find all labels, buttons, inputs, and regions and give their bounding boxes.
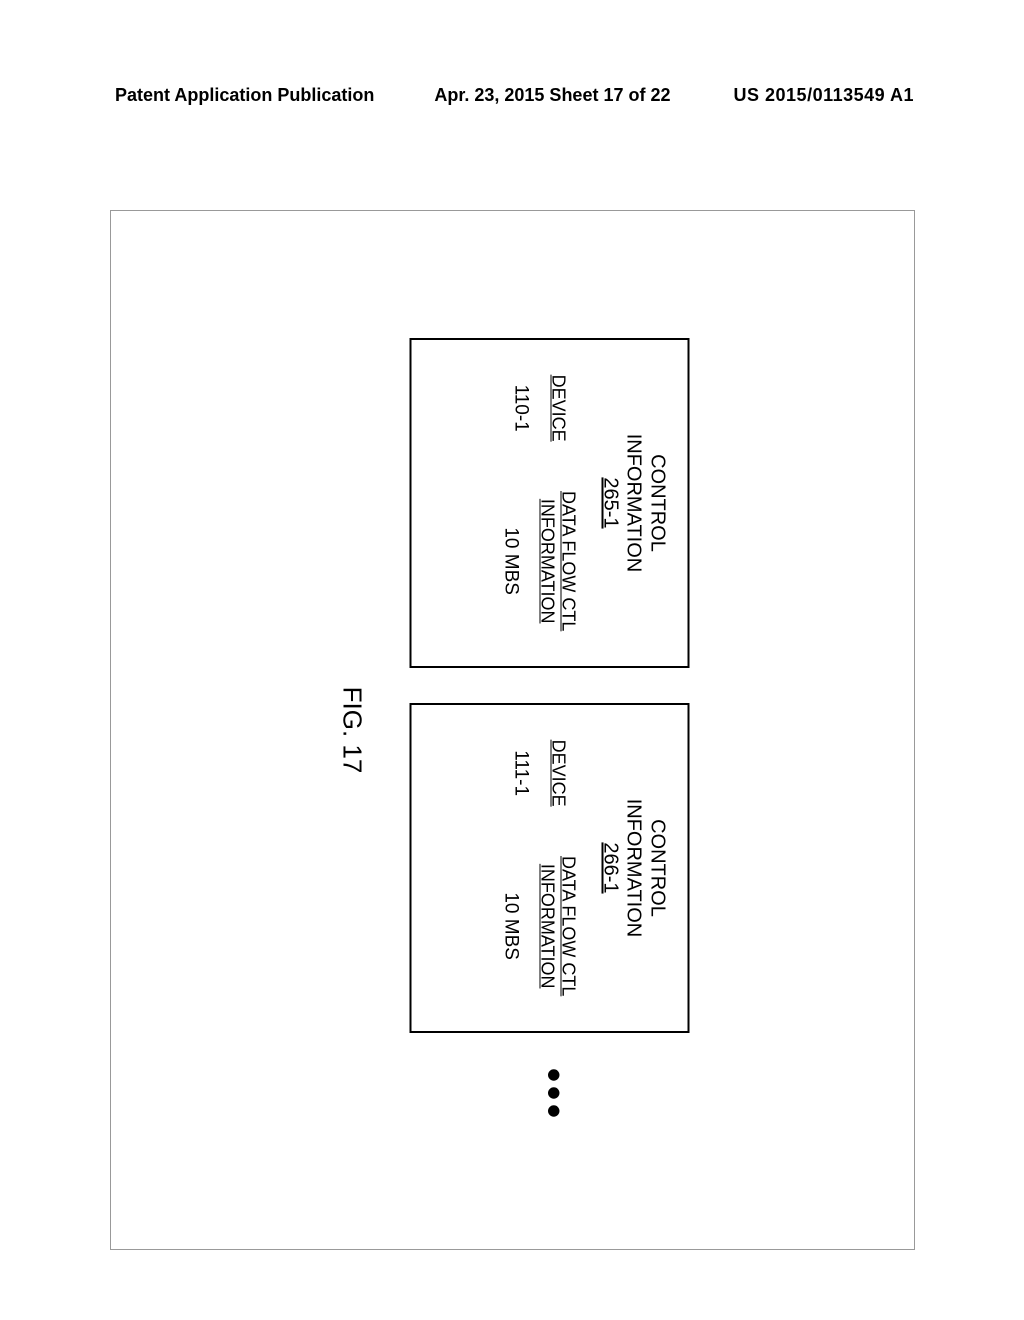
dataflow-value: 10 MBS [499,892,521,960]
title-line2: INFORMATION [622,799,644,938]
box-columns: DEVICE 111-1 DATA FLOW CTL INFORMATION 1… [499,715,578,1021]
content-frame: CONTROL INFORMATION 265-1 DEVICE 110-1 D… [110,210,915,1250]
boxes-row: CONTROL INFORMATION 265-1 DEVICE 110-1 D… [409,338,689,1122]
sheet-label: Apr. 23, 2015 Sheet 17 of 22 [434,85,670,106]
control-info-box-2: CONTROL INFORMATION 266-1 DEVICE 111-1 D… [409,703,689,1033]
device-value: 111-1 [509,750,531,796]
dataflow-col: DATA FLOW CTL INFORMATION 10 MBS [499,856,578,996]
device-header: DEVICE [547,740,568,807]
dataflow-value: 10 MBS [499,527,521,595]
box-title: CONTROL INFORMATION [621,434,669,573]
header-left: Patent Application Publication Apr. 23, … [115,85,671,106]
box-ref: 266-1 [598,842,621,893]
device-value: 110-1 [509,385,531,432]
box-ref: 265-1 [598,477,621,528]
diagram: CONTROL INFORMATION 265-1 DEVICE 110-1 D… [336,255,689,1205]
dataflow-header: DATA FLOW CTL INFORMATION [537,491,578,631]
patent-number: US 2015/0113549 A1 [734,85,914,106]
title-line1: CONTROL [646,819,668,917]
dataflow-header-line1: DATA FLOW CTL [558,856,578,996]
control-info-box-1: CONTROL INFORMATION 265-1 DEVICE 110-1 D… [409,338,689,668]
figure-label: FIG. 17 [336,687,367,774]
dataflow-header-line2: INFORMATION [537,499,557,624]
device-col: DEVICE 111-1 [499,740,578,807]
dataflow-header-line2: INFORMATION [537,864,557,989]
device-header: DEVICE [547,375,568,442]
ellipsis-icon: ••• [523,1068,576,1122]
box-title: CONTROL INFORMATION [621,799,669,938]
dataflow-col: DATA FLOW CTL INFORMATION 10 MBS [499,491,578,631]
publication-label: Patent Application Publication [115,85,374,106]
dataflow-header: DATA FLOW CTL INFORMATION [537,856,578,996]
title-line1: CONTROL [646,454,668,552]
page-header: Patent Application Publication Apr. 23, … [0,85,1024,106]
dataflow-header-line1: DATA FLOW CTL [558,491,578,631]
box-columns: DEVICE 110-1 DATA FLOW CTL INFORMATION 1… [499,350,578,656]
device-col: DEVICE 110-1 [499,375,578,442]
title-line2: INFORMATION [622,434,644,573]
